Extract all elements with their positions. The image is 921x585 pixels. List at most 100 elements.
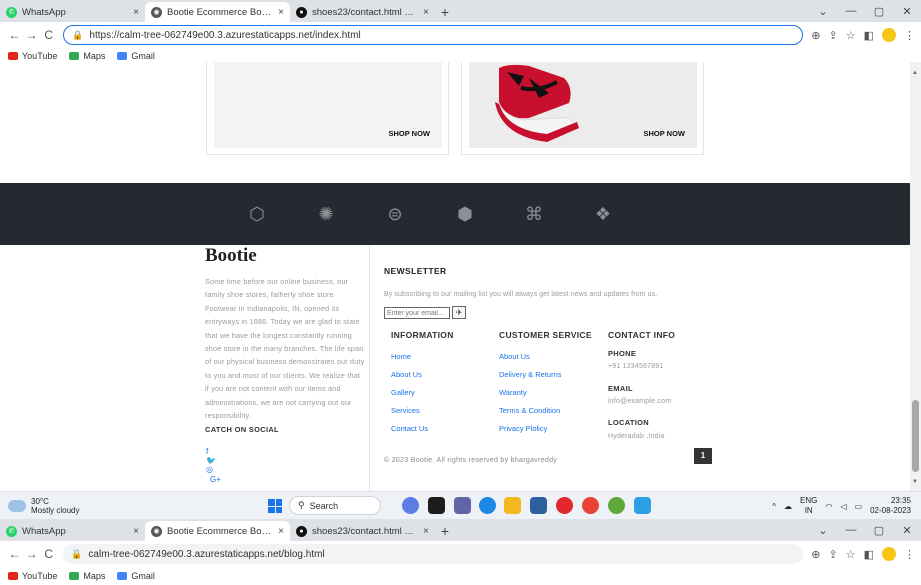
bookmark-label: YouTube (22, 51, 58, 61)
teams-icon[interactable] (454, 497, 471, 514)
chrome-canary-icon[interactable] (608, 497, 625, 514)
facebook-icon[interactable]: f (206, 447, 208, 456)
zoom-icon[interactable]: ⊕ (811, 548, 820, 561)
shop-now-link[interactable]: SHOP NOW (643, 129, 685, 138)
page-scrollbar[interactable]: ▲ ▼ (910, 62, 921, 491)
instagram-icon[interactable]: ◎ (206, 465, 213, 474)
zoom-icon[interactable]: ⊕ (811, 29, 820, 42)
menu-icon[interactable]: ⋮ (904, 29, 915, 42)
close-window-button[interactable]: ✕ (893, 524, 921, 537)
minimize-button[interactable]: — (837, 524, 865, 536)
weather-widget[interactable]: 30°C Mostly cloudy (8, 497, 79, 515)
windows-start-icon[interactable] (268, 499, 282, 513)
back-icon[interactable]: ← (6, 28, 23, 42)
bing-icon[interactable] (402, 497, 419, 514)
temperature: 30°C (31, 497, 49, 506)
chrome-icon[interactable] (582, 497, 599, 514)
share-icon[interactable]: ⇪ (829, 548, 838, 561)
close-tab-icon[interactable]: × (423, 7, 429, 18)
tab-github[interactable]: ● shoes23/contact.html at main · B × (290, 521, 435, 541)
tab-bootie[interactable]: ◉ Bootie Ecommerce Bootstrap Re × (145, 2, 290, 22)
close-tab-icon[interactable]: × (133, 7, 139, 18)
reload-icon[interactable]: C (40, 28, 57, 42)
share-icon[interactable]: ⇪ (829, 29, 838, 42)
link-home[interactable]: Home (391, 352, 411, 361)
chevron-down-icon[interactable]: ⌄ (809, 524, 837, 537)
scrollbar-thumb[interactable] (912, 400, 919, 472)
bookmark-maps[interactable]: Maps (69, 571, 105, 581)
google-plus-icon[interactable]: G+ (210, 475, 221, 484)
new-tab-button[interactable]: + (435, 521, 455, 541)
link-terms[interactable]: Terms & Condition (499, 406, 560, 415)
taskbar-search[interactable]: ⚲ Search (289, 496, 381, 515)
minimize-button[interactable]: — (837, 5, 865, 17)
tab-whatsapp[interactable]: ✆ WhatsApp × (0, 521, 145, 541)
shop-now-link[interactable]: SHOP NOW (388, 129, 430, 138)
newsletter-email-input[interactable] (384, 307, 450, 319)
browser-tab-bar-2: ✆ WhatsApp × ◉ Bootie Ecommerce Bootstra… (0, 519, 921, 541)
maximize-button[interactable]: ▢ (865, 524, 893, 537)
bookmark-youtube[interactable]: YouTube (8, 51, 57, 61)
link-cs-about-us[interactable]: About Us (499, 352, 530, 361)
opera-icon[interactable] (556, 497, 573, 514)
region-code[interactable]: IN (800, 506, 817, 516)
tab-bootie[interactable]: ◉ Bootie Ecommerce Bootstrap Re × (145, 521, 290, 541)
link-warranty[interactable]: Waranty (499, 388, 527, 397)
bookmark-youtube[interactable]: YouTube (8, 571, 57, 581)
product-card[interactable]: SHOP NOW (206, 62, 449, 155)
forward-icon[interactable]: → (23, 547, 40, 561)
file-explorer-icon[interactable] (504, 497, 521, 514)
language-code[interactable]: ENG (800, 496, 817, 506)
star-icon[interactable]: ☆ (846, 548, 856, 561)
bookmark-gmail[interactable]: Gmail (117, 571, 155, 581)
url-input[interactable]: 🔒 https://calm-tree-062749e00.3.azuresta… (63, 25, 804, 45)
scroll-down-icon[interactable]: ▼ (912, 479, 918, 485)
chevron-up-icon[interactable]: ^ (772, 502, 776, 511)
link-about-us[interactable]: About Us (391, 370, 422, 379)
edge-icon[interactable] (479, 497, 496, 514)
new-tab-button[interactable]: + (435, 2, 455, 22)
battery-icon[interactable]: ▭ (855, 502, 863, 511)
page-number-badge[interactable]: 1 (694, 448, 712, 464)
product-card[interactable]: SHOP NOW (461, 62, 704, 155)
profile-avatar[interactable] (882, 28, 897, 42)
link-gallery[interactable]: Gallery (391, 388, 415, 397)
newsletter-submit-button[interactable]: ✈ (452, 306, 466, 319)
link-privacy-policy[interactable]: Privacy Plolicy (499, 424, 547, 433)
bookmark-gmail[interactable]: Gmail (117, 51, 155, 61)
chevron-down-icon[interactable]: ⌄ (809, 5, 837, 18)
clock-time[interactable]: 23:35 (870, 496, 911, 506)
link-delivery-returns[interactable]: Delivery & Returns (499, 370, 562, 379)
onedrive-icon[interactable]: ☁ (784, 502, 792, 511)
phone-label: PHONE (608, 349, 637, 358)
link-contact-us[interactable]: Contact Us (391, 424, 428, 433)
url-input[interactable]: 🔒 calm-tree-062749e00.3.azurestaticapps.… (63, 544, 804, 564)
scroll-up-icon[interactable]: ▲ (912, 70, 918, 76)
close-tab-icon[interactable]: × (133, 526, 139, 537)
star-icon[interactable]: ☆ (846, 29, 856, 42)
globe-icon: ◉ (151, 6, 162, 18)
twitter-icon[interactable]: 🐦 (206, 456, 216, 465)
menu-icon[interactable]: ⋮ (904, 548, 915, 561)
close-tab-icon[interactable]: × (423, 526, 429, 537)
wifi-icon[interactable]: ◠ (825, 502, 832, 511)
sidepanel-icon[interactable]: ◧ (864, 29, 874, 42)
clock-date[interactable]: 02-08-2023 (870, 506, 911, 516)
back-icon[interactable]: ← (6, 547, 23, 561)
reload-icon[interactable]: C (40, 547, 57, 561)
tab-whatsapp[interactable]: ✆ WhatsApp × (0, 2, 145, 22)
close-tab-icon[interactable]: × (278, 526, 284, 537)
sidepanel-icon[interactable]: ◧ (864, 548, 874, 561)
taskview-icon[interactable] (428, 497, 445, 514)
bookmark-maps[interactable]: Maps (69, 51, 105, 61)
tab-github[interactable]: ● shoes23/contact.html at main · B × (290, 2, 435, 22)
profile-avatar[interactable] (882, 547, 896, 561)
forward-icon[interactable]: → (23, 28, 40, 42)
close-tab-icon[interactable]: × (278, 7, 284, 18)
volume-icon[interactable]: ◁ (840, 502, 846, 511)
link-services[interactable]: Services (391, 406, 420, 415)
store-icon[interactable] (530, 497, 547, 514)
vscode-icon[interactable] (634, 497, 651, 514)
close-window-button[interactable]: ✕ (893, 5, 921, 18)
maximize-button[interactable]: ▢ (865, 5, 893, 18)
